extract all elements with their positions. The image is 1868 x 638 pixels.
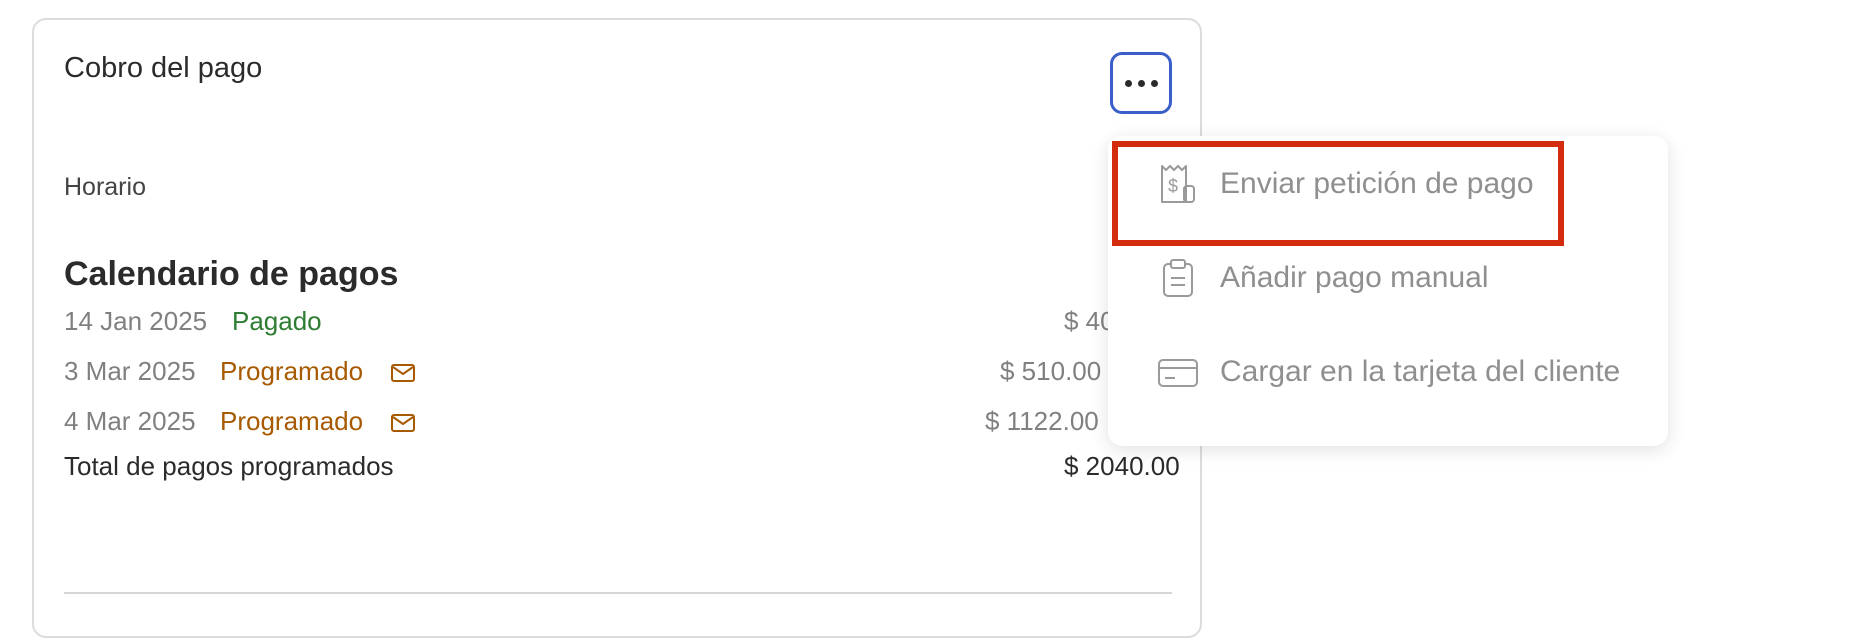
menu-item-label: Cargar en la tarjeta del cliente (1220, 355, 1621, 388)
clipboard-icon (1156, 256, 1200, 300)
menu-item-label: Enviar petición de pago (1220, 167, 1534, 200)
more-dot (1150, 79, 1158, 87)
total-amount: $ 2040.00 (1064, 451, 1180, 481)
payment-date: 14 Jan 2025 (64, 306, 208, 336)
receipt-dollar-icon: $ (1156, 162, 1200, 206)
total-label: Total de pagos programados (64, 451, 394, 481)
payment-status: Pagado (232, 306, 322, 336)
payment-status: Programado (220, 406, 364, 436)
menu-item-charge-customer-card[interactable]: Cargar en la tarjeta del cliente (1108, 326, 1668, 418)
more-dot (1124, 79, 1132, 87)
payment-status: Programado (220, 356, 364, 386)
menu-item-label: Añadir pago manual (1220, 261, 1489, 294)
divider (64, 592, 1172, 594)
actions-dropdown-menu: $ Enviar petición de pago Añadir pago ma… (1108, 136, 1668, 446)
svg-text:$: $ (1168, 176, 1178, 196)
schedule-title: Calendario de pagos (64, 255, 399, 293)
payment-row: 3 Mar 2025 Programado $ 510.00 (64, 356, 1174, 392)
section-label: Horario (64, 173, 146, 201)
more-dot (1137, 79, 1145, 87)
payment-row: 4 Mar 2025 Programado $ 1122.00 (64, 406, 1174, 442)
card-title: Cobro del pago (64, 52, 263, 84)
payment-row: 14 Jan 2025 Pagado $ 40 (64, 306, 1174, 342)
payment-date: 4 Mar 2025 (64, 406, 196, 436)
credit-card-icon (1156, 350, 1200, 394)
payment-date: 3 Mar 2025 (64, 356, 196, 386)
mail-icon[interactable] (390, 360, 416, 391)
payment-amount: $ 510.00 (1000, 356, 1102, 386)
menu-item-add-manual-payment[interactable]: Añadir pago manual (1108, 232, 1668, 324)
payment-amount: $ 1122.00 (985, 406, 1099, 436)
more-options-button[interactable] (1110, 52, 1172, 114)
mail-icon[interactable] (390, 410, 416, 441)
menu-item-send-payment-request[interactable]: $ Enviar petición de pago (1108, 138, 1668, 230)
